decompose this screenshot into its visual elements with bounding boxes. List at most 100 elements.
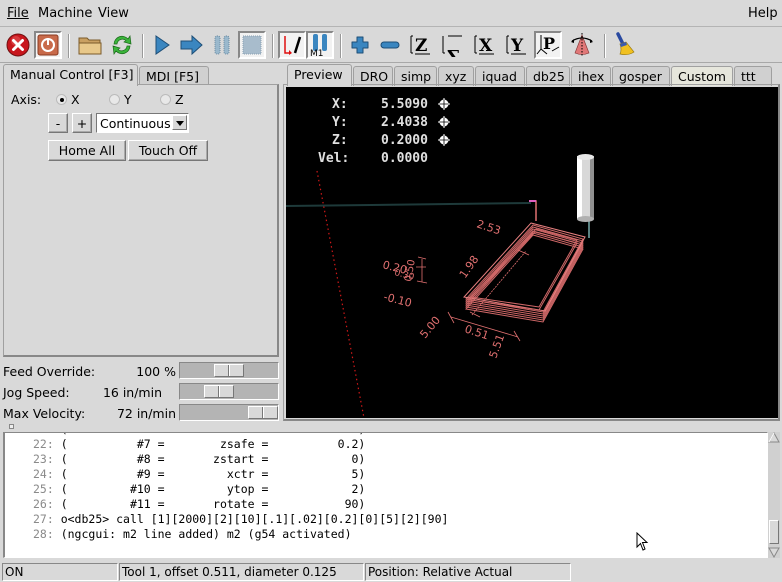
open-file-button[interactable] <box>76 31 104 59</box>
tab-label: Preview <box>294 67 343 82</box>
tab-custom[interactable]: Custom <box>671 66 733 86</box>
pause-icon <box>214 35 230 55</box>
axis-x-label: X <box>70 92 80 107</box>
gcode-line[interactable]: 25: ( #10 = ytop = 2) <box>33 482 365 497</box>
optional-stop-button[interactable]: M1 <box>306 31 334 59</box>
gcode-line-text: ( #11 = rotate = 90) <box>53 497 366 511</box>
machine-limit-line <box>316 170 365 418</box>
max-velocity-value: 72 in/min <box>116 406 176 421</box>
zoom-out-icon <box>380 41 400 49</box>
axis-z-radio[interactable]: Z <box>160 92 184 107</box>
tab-iquad[interactable]: iquad <box>475 66 525 86</box>
view-p-button[interactable]: P <box>534 31 562 59</box>
gcode-line-number: 21: <box>33 433 54 436</box>
gcode-line-text: ( #8 = zstart = 0) <box>53 452 366 466</box>
gcode-text-area[interactable]: 21: ( #6 = zsafe = 0.2)22: ( #7 = zsafe … <box>3 432 768 558</box>
tab-dro[interactable]: DRO <box>353 66 393 86</box>
run-icon <box>155 35 170 55</box>
max-velocity-thumb[interactable] <box>248 406 278 419</box>
pane-resize-handle[interactable] <box>9 424 14 429</box>
rotate-icon <box>571 33 593 57</box>
menu-view[interactable]: View <box>98 6 129 21</box>
toolbar-separator <box>272 34 274 58</box>
tab-ttt[interactable]: ttt <box>734 66 772 86</box>
block-delete-button[interactable] <box>278 31 306 59</box>
status-machine-state: ON <box>2 563 118 581</box>
gcode-line-text: ( #10 = ytop = 2) <box>53 482 366 496</box>
tab-label: ttt <box>741 69 756 84</box>
view-y-button[interactable]: Y <box>502 31 530 59</box>
clear-plot-button[interactable] <box>610 31 638 59</box>
toolbar-separator <box>68 34 70 58</box>
gcode-line[interactable]: 24: ( #9 = xctr = 5) <box>33 467 365 482</box>
feed-override-slider[interactable] <box>179 362 279 379</box>
view-z2-button[interactable]: Z <box>438 31 466 59</box>
tab-label: DRO <box>360 69 389 84</box>
stop-button[interactable] <box>238 31 266 59</box>
tab-label: Custom <box>678 69 726 84</box>
mouse-cursor-icon <box>636 532 649 551</box>
dim-label: 0.51 <box>463 322 490 342</box>
jog-increment-select[interactable]: Continuous <box>96 113 189 133</box>
gcode-line-number: 25: <box>33 482 54 496</box>
axis-z-label: Z <box>174 92 184 107</box>
view-z-button[interactable]: Z <box>406 31 434 59</box>
dim-label: 5.00 <box>417 314 443 341</box>
tab-xyz[interactable]: xyz <box>438 66 474 86</box>
svg-text:M1: M1 <box>310 49 324 57</box>
scroll-down-icon[interactable] <box>768 546 780 558</box>
zoom-in-button[interactable] <box>346 31 374 59</box>
gcode-line[interactable]: 22: ( #7 = zsafe = 0.2) <box>33 437 365 452</box>
scroll-up-icon[interactable] <box>768 432 780 444</box>
step-button[interactable] <box>178 31 206 59</box>
gcode-line-number: 22: <box>33 437 54 451</box>
tab-gosper[interactable]: gosper <box>612 66 670 86</box>
scroll-thumb[interactable] <box>769 520 779 544</box>
preview-canvas[interactable]: X: 5.5090 Y: 2.4038 Z: 0.2000 Vel: 0.000… <box>286 87 778 418</box>
reload-button[interactable] <box>108 31 136 59</box>
estop-button[interactable] <box>4 31 32 59</box>
tab-manual-control[interactable]: Manual Control [F3] <box>3 64 138 86</box>
tab-db25[interactable]: db25 <box>526 66 570 86</box>
axis-x-radio[interactable]: X <box>56 92 80 107</box>
tab-mdi-label: MDI [F5] <box>146 69 199 84</box>
gcode-line-text: ( #9 = xctr = 5) <box>53 467 366 481</box>
optional-stop-icon: M1 <box>310 34 327 57</box>
view-z-icon: Z <box>410 35 430 56</box>
tab-label: xyz <box>445 69 467 84</box>
dim-label: 1.98 <box>457 253 482 281</box>
open-file-icon <box>78 37 102 55</box>
jog-speed-thumb[interactable] <box>204 385 234 398</box>
view-x-button[interactable]: X <box>470 31 498 59</box>
tab-preview[interactable]: Preview <box>287 64 352 86</box>
tab-mdi[interactable]: MDI [F5] <box>139 66 209 86</box>
max-velocity-slider[interactable] <box>179 404 279 421</box>
pause-button[interactable] <box>208 31 236 59</box>
jog-minus-button[interactable]: - <box>48 113 68 133</box>
tab-label: iquad <box>482 69 517 84</box>
homed-icon-y <box>438 116 450 128</box>
feed-override-thumb[interactable] <box>214 364 244 377</box>
tab-simp[interactable]: simp <box>394 66 437 86</box>
jog-increment-value: Continuous <box>100 116 171 131</box>
touch-off-button[interactable]: Touch Off <box>128 140 208 161</box>
run-button[interactable] <box>148 31 176 59</box>
gcode-line[interactable]: 27: o<db25> call [1][2000][2][10][.1][.0… <box>33 512 448 527</box>
toolbar: M1 Z Z X Y P <box>0 28 782 63</box>
reload-icon <box>112 35 132 55</box>
home-all-button[interactable]: Home All <box>48 140 126 161</box>
jog-plus-button[interactable]: + <box>72 113 92 133</box>
tab-ihex[interactable]: ihex <box>571 66 611 86</box>
zoom-out-button[interactable] <box>376 31 404 59</box>
gcode-line[interactable]: 26: ( #11 = rotate = 90) <box>33 497 365 512</box>
rotate-button[interactable] <box>568 31 596 59</box>
power-button[interactable] <box>34 31 62 59</box>
jog-speed-slider[interactable] <box>179 383 279 400</box>
menu-machine[interactable]: Machine <box>38 6 92 21</box>
gcode-scrollbar[interactable] <box>768 432 780 558</box>
axis-y-radio[interactable]: Y <box>109 92 132 107</box>
menu-help[interactable]: Help <box>748 6 778 21</box>
gcode-line[interactable]: 28: (ngcgui: m2 line added) m2 (g54 acti… <box>33 527 352 542</box>
gcode-line[interactable]: 23: ( #8 = zstart = 0) <box>33 452 365 467</box>
menu-file[interactable]: File <box>7 6 29 21</box>
